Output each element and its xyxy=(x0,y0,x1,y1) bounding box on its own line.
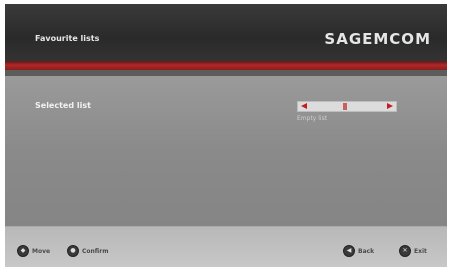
selector-status-text: Empty list xyxy=(297,115,328,122)
hint-confirm-label: Confirm xyxy=(82,247,109,255)
header-bar: Favourite lists SAGEMCOM xyxy=(5,4,447,61)
hint-back-label: Back xyxy=(358,247,375,255)
hint-move: ◆ Move xyxy=(17,245,50,257)
header-accent-stripe xyxy=(5,61,447,70)
arrow-left-icon[interactable] xyxy=(301,103,307,109)
tv-screen: Favourite lists SAGEMCOM Selected list E… xyxy=(5,4,447,267)
footer-hint-bar: ◆ Move ● Confirm ◀ Back ✕ Exit xyxy=(5,226,447,267)
hint-move-label: Move xyxy=(32,247,51,255)
arrow-right-icon[interactable] xyxy=(387,103,393,109)
ok-icon: ● xyxy=(67,245,79,257)
main-panel: Selected list Empty list xyxy=(5,76,447,226)
hint-exit-label: Exit xyxy=(414,247,427,255)
hint-confirm: ● Confirm xyxy=(67,245,108,257)
selector-value-marker xyxy=(343,103,347,110)
page-title: Favourite lists xyxy=(35,34,100,43)
brand-logo: SAGEMCOM xyxy=(324,30,431,48)
selected-list-label: Selected list xyxy=(35,101,91,110)
list-selector[interactable] xyxy=(297,101,397,112)
navigate-icon: ◆ xyxy=(17,245,29,257)
back-icon: ◀ xyxy=(343,245,355,257)
exit-icon: ✕ xyxy=(399,245,411,257)
hint-exit: ✕ Exit xyxy=(399,245,427,257)
hint-back: ◀ Back xyxy=(343,245,374,257)
